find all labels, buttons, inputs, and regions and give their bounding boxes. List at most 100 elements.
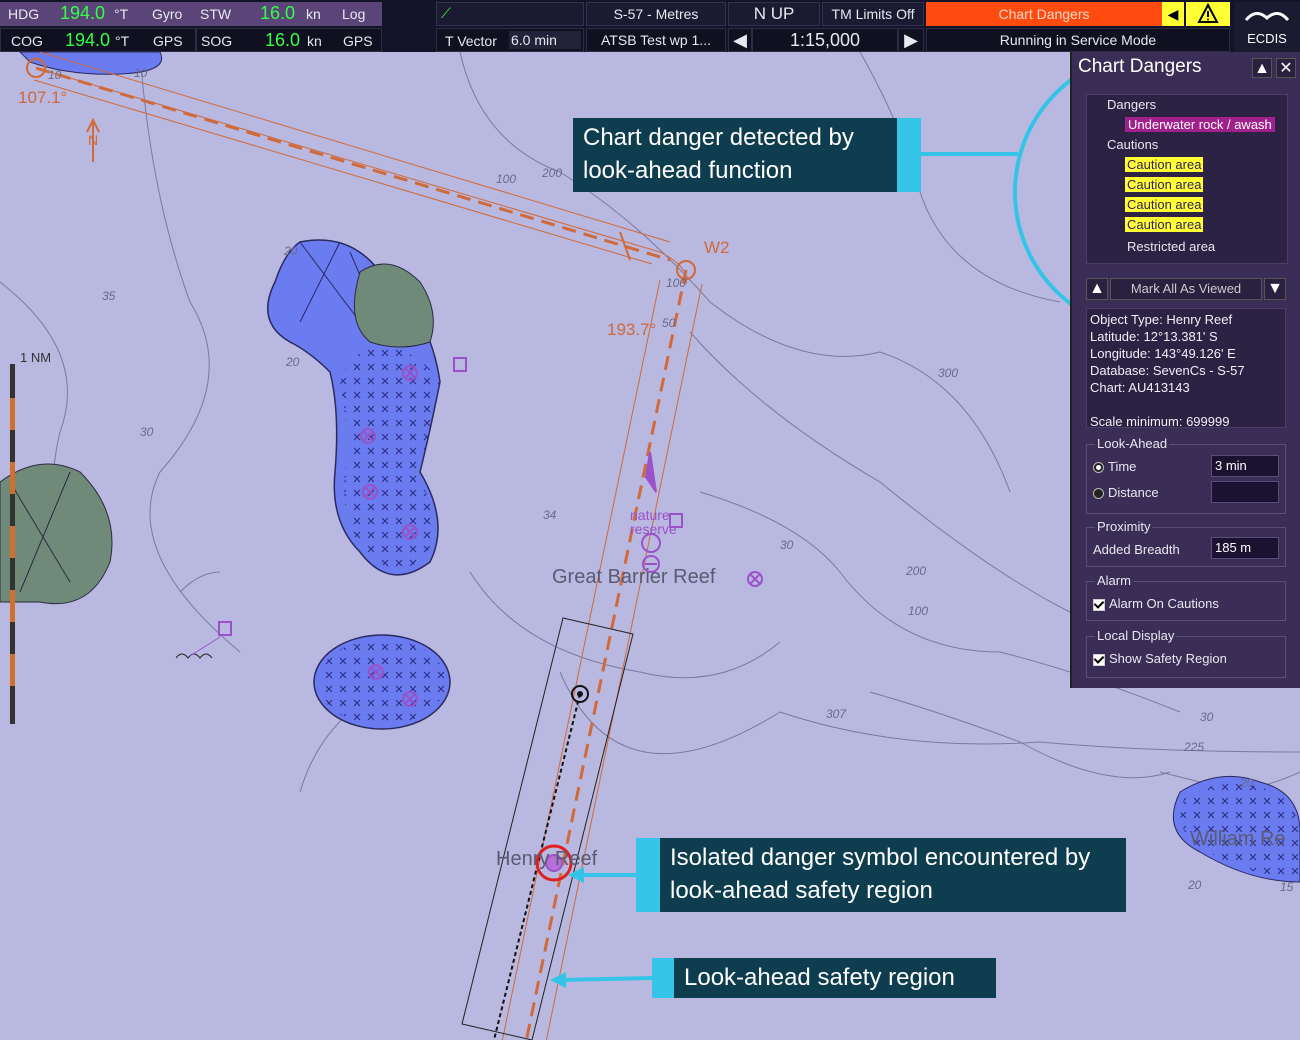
orientation-button[interactable]: N UP bbox=[728, 2, 820, 26]
stw-label: STW bbox=[200, 6, 232, 22]
depth-label: 20 bbox=[286, 355, 300, 369]
caution-item-label: Caution area bbox=[1125, 157, 1204, 172]
speaker-icon[interactable]: ◀ bbox=[1162, 2, 1184, 26]
course-label-2: 193.7° bbox=[607, 320, 657, 339]
callout-chart-danger: Chart danger detected by look-ahead func… bbox=[573, 118, 897, 192]
sog-unit: kn bbox=[307, 33, 322, 49]
detail-line: Database: SevenCs - S-57 bbox=[1090, 363, 1245, 378]
depth-label: 15 bbox=[1280, 880, 1294, 894]
route-name[interactable]: ATSB Test wp 1... bbox=[586, 28, 726, 52]
reef-william-label: William Re bbox=[1190, 828, 1286, 850]
depth-label: 300 bbox=[938, 366, 959, 380]
callout-tab bbox=[652, 958, 674, 998]
warning-icon bbox=[1197, 2, 1219, 23]
look-ahead-label: Look-Ahead bbox=[1095, 436, 1170, 451]
scale-decrease-button[interactable]: ◀ bbox=[728, 28, 752, 52]
vector-indicator[interactable]: ⟋ bbox=[436, 2, 584, 26]
tree-caution-item[interactable]: Caution area bbox=[1125, 177, 1204, 192]
depth-label: 225 bbox=[1184, 740, 1205, 754]
tree-caution-item[interactable]: Caution area bbox=[1125, 197, 1204, 212]
caution-item-label: Caution area bbox=[1125, 197, 1204, 212]
scale-increase-button[interactable]: ▶ bbox=[898, 28, 924, 52]
hdg-label: HDG bbox=[8, 6, 40, 22]
scale-value[interactable]: 1:15,000 bbox=[752, 28, 898, 52]
depth-label: 35 bbox=[102, 289, 116, 303]
depth-label: 50 bbox=[662, 316, 676, 330]
next-danger-button[interactable]: ▼ bbox=[1264, 278, 1286, 300]
mode-indicator: Running in Service Mode bbox=[926, 28, 1230, 52]
depth-label: 30 bbox=[140, 425, 154, 439]
previous-danger-button[interactable]: ▲ bbox=[1086, 278, 1108, 300]
distance-field[interactable] bbox=[1211, 481, 1279, 503]
status-bar: HDG 194.0 °T Gyro STW 16.0 kn Log ⟋ S-57… bbox=[0, 0, 1300, 52]
chart-dangers-panel: Chart Dangers ▲ ✕ Dangers Underwater roc… bbox=[1070, 52, 1300, 688]
time-radio[interactable]: Time bbox=[1093, 459, 1136, 474]
chevron-up-icon: ▲ bbox=[1254, 60, 1270, 77]
depth-label: 20 bbox=[1240, 776, 1254, 790]
callout-tab bbox=[636, 838, 660, 912]
sog-source: GPS bbox=[343, 33, 373, 49]
scale-bar bbox=[10, 364, 15, 724]
radio-icon bbox=[1093, 462, 1104, 474]
added-breadth-field[interactable]: 185 m bbox=[1211, 537, 1279, 559]
reef-land bbox=[353, 263, 434, 348]
tree-caution-item[interactable]: Caution area bbox=[1125, 157, 1204, 172]
alert-banner[interactable]: Chart Dangers bbox=[926, 2, 1162, 26]
ecdis-logo[interactable]: ECDIS bbox=[1234, 2, 1300, 52]
alarm-cautions-checkbox[interactable]: Alarm On Cautions bbox=[1093, 596, 1219, 611]
depth-label: 20 bbox=[1188, 878, 1202, 892]
distance-radio[interactable]: Distance bbox=[1093, 485, 1159, 500]
tree-restricted-item[interactable]: Restricted area bbox=[1127, 239, 1215, 254]
cog-source: GPS bbox=[153, 33, 183, 49]
tree-danger-item[interactable]: Underwater rock / awash bbox=[1125, 117, 1275, 132]
caution-item-label: Caution area bbox=[1125, 177, 1204, 192]
hdg-source: Gyro bbox=[152, 6, 183, 22]
warning-button[interactable] bbox=[1186, 2, 1230, 26]
cog-label: COG bbox=[11, 33, 43, 49]
ecdis-bird-icon bbox=[1244, 12, 1290, 22]
vector-control[interactable]: T Vector 6.0 min bbox=[436, 28, 584, 52]
hdg-value: 194.0 bbox=[60, 3, 106, 23]
close-button[interactable]: ✕ bbox=[1276, 58, 1296, 78]
radio-icon bbox=[1093, 488, 1104, 500]
nature-reserve-label: nature reserve bbox=[630, 507, 677, 537]
cog-unit: °T bbox=[115, 33, 130, 49]
sog-value: 16.0 bbox=[265, 30, 301, 50]
stw-readout: STW 16.0 kn Log bbox=[196, 2, 382, 26]
time-field[interactable]: 3 min bbox=[1211, 455, 1279, 477]
depth-label: 30 bbox=[1200, 710, 1214, 724]
tree-cautions[interactable]: Cautions bbox=[1107, 137, 1158, 152]
time-label: Time bbox=[1108, 459, 1137, 474]
depth-label: 200 bbox=[542, 166, 563, 180]
look-ahead-group: Look-Ahead Time 3 min Distance bbox=[1086, 436, 1286, 514]
depth-label: 200 bbox=[906, 564, 927, 578]
collapse-button[interactable]: ▲ bbox=[1252, 58, 1272, 78]
sog-label: SOG bbox=[201, 33, 233, 49]
north-label: N bbox=[88, 132, 99, 148]
dangers-tree[interactable]: Dangers Underwater rock / awash Cautions… bbox=[1086, 94, 1288, 264]
callout-safety-region: Look-ahead safety region bbox=[674, 958, 996, 998]
mark-all-viewed-button[interactable]: Mark All As Viewed bbox=[1110, 278, 1262, 300]
tm-limits-button[interactable]: TM Limits Off bbox=[822, 2, 924, 26]
checkbox-icon bbox=[1093, 653, 1105, 666]
detail-line: Object Type: Henry Reef bbox=[1090, 312, 1233, 327]
alarm-option-label: Alarm On Cautions bbox=[1109, 596, 1219, 611]
depth-label: 10 bbox=[134, 66, 148, 80]
depth-label: 100 bbox=[666, 276, 687, 290]
reef-henry-label: Henry Reef bbox=[496, 848, 598, 870]
alarm-group: Alarm Alarm On Cautions bbox=[1086, 573, 1286, 621]
show-safety-region-checkbox[interactable]: Show Safety Region bbox=[1093, 651, 1227, 666]
tree-caution-item[interactable]: Caution area bbox=[1125, 217, 1204, 232]
checkbox-icon bbox=[1093, 598, 1105, 611]
close-icon: ✕ bbox=[1279, 60, 1293, 77]
caution-item-label: Caution area bbox=[1125, 217, 1204, 232]
chevron-down-icon: ▼ bbox=[1267, 280, 1283, 297]
vector-value[interactable]: 6.0 min bbox=[509, 31, 581, 49]
tree-dangers[interactable]: Dangers bbox=[1107, 97, 1156, 112]
reef-main-label: Great Barrier Reef bbox=[552, 566, 716, 588]
waypoint-label: W2 bbox=[704, 238, 730, 257]
detail-line bbox=[1090, 396, 1285, 413]
chart-standard[interactable]: S-57 - Metres bbox=[586, 2, 726, 26]
course-label-1: 107.1° bbox=[18, 88, 68, 107]
alarm-label: Alarm bbox=[1095, 573, 1133, 588]
